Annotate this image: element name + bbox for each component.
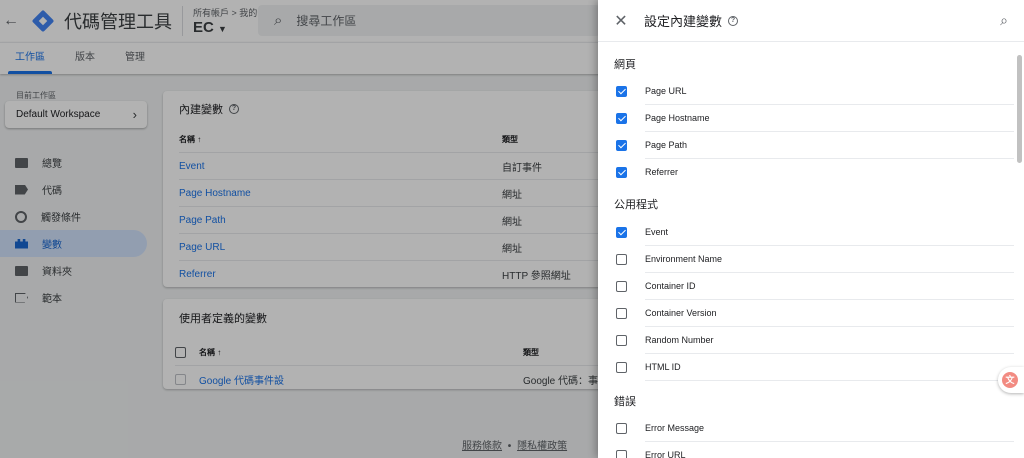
option-label: Page Path — [645, 132, 1014, 159]
option-label: Random Number — [645, 327, 1014, 354]
option-html-id[interactable]: HTML ID — [598, 354, 1024, 381]
checkbox[interactable] — [616, 335, 627, 346]
option-label: Page URL — [645, 78, 1014, 105]
panel-scrollbar[interactable] — [1017, 55, 1022, 163]
option-event[interactable]: Event — [598, 219, 1024, 246]
option-label: Error Message — [645, 415, 1014, 442]
panel-header: ✕ 設定內建變數? ⌕ — [598, 0, 1024, 42]
option-random-number[interactable]: Random Number — [598, 327, 1024, 354]
option-page-url[interactable]: Page URL — [598, 78, 1024, 105]
configure-builtin-variables-panel: ✕ 設定內建變數? ⌕ 網頁 Page URL Page Hostname Pa… — [598, 0, 1024, 458]
help-icon[interactable]: ? — [728, 15, 739, 26]
floating-helper-bubble[interactable]: 文 — [998, 367, 1024, 393]
checkbox[interactable] — [616, 281, 627, 292]
option-environment-name[interactable]: Environment Name — [598, 246, 1024, 273]
checkbox[interactable] — [616, 140, 627, 151]
option-label: HTML ID — [645, 354, 1014, 381]
checkbox[interactable] — [616, 362, 627, 373]
chat-bubble-icon: 文 — [1002, 372, 1018, 388]
option-label: Page Hostname — [645, 105, 1014, 132]
checkbox[interactable] — [616, 308, 627, 319]
checkbox[interactable] — [616, 227, 627, 238]
option-label: Error URL — [645, 442, 1014, 458]
section-title: 網頁 — [614, 59, 636, 71]
option-label: Container ID — [645, 273, 1014, 300]
option-referrer[interactable]: Referrer — [598, 159, 1024, 186]
option-error-url[interactable]: Error URL — [598, 442, 1024, 458]
checkbox[interactable] — [616, 450, 627, 458]
option-container-version[interactable]: Container Version — [598, 300, 1024, 327]
option-container-id[interactable]: Container ID — [598, 273, 1024, 300]
checkbox[interactable] — [616, 167, 627, 178]
checkbox[interactable] — [616, 423, 627, 434]
checkbox[interactable] — [616, 113, 627, 124]
option-label: Referrer — [645, 167, 679, 177]
option-page-path[interactable]: Page Path — [598, 132, 1024, 159]
option-error-message[interactable]: Error Message — [598, 415, 1024, 442]
checkbox[interactable] — [616, 86, 627, 97]
option-label: Container Version — [645, 300, 1014, 327]
close-icon[interactable]: ✕ — [598, 11, 644, 31]
panel-title: 設定內建變數? — [644, 11, 739, 30]
option-label: Event — [645, 219, 1014, 246]
section-title: 錯誤 — [614, 396, 636, 408]
panel-title-text: 設定內建變數 — [644, 14, 723, 29]
option-page-hostname[interactable]: Page Hostname — [598, 105, 1024, 132]
option-label: Environment Name — [645, 246, 1014, 273]
modal-overlay[interactable] — [0, 0, 598, 458]
section-title: 公用程式 — [614, 199, 658, 211]
checkbox[interactable] — [616, 254, 627, 265]
search-icon[interactable]: ⌕ — [1000, 12, 1008, 29]
